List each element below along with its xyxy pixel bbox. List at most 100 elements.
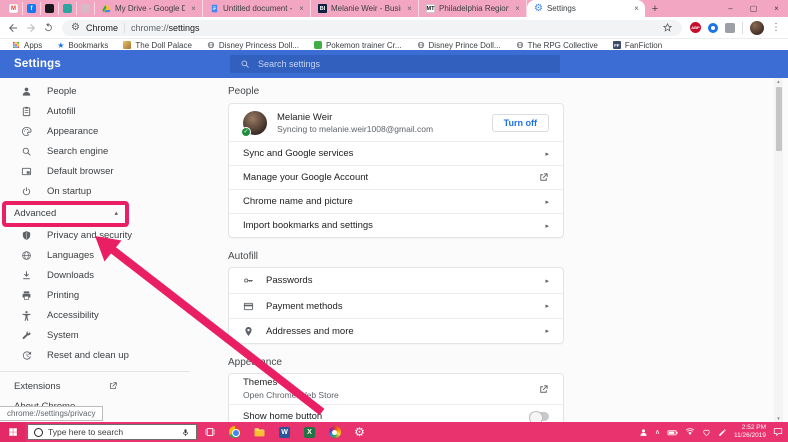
- close-icon[interactable]: ×: [513, 4, 522, 13]
- blue-circle-extension-icon[interactable]: [708, 22, 718, 33]
- reload-icon[interactable]: [43, 22, 54, 33]
- row-chrome-name-picture[interactable]: Chrome name and picture ▸: [229, 189, 563, 213]
- new-tab-button[interactable]: +: [645, 3, 665, 15]
- start-button[interactable]: [0, 422, 26, 442]
- sidebar-item-default-browser[interactable]: Default browser: [0, 161, 190, 181]
- taskbar-clock[interactable]: 2:52 PM 11/26/2019: [734, 424, 766, 441]
- pinned-tab-facebook[interactable]: f: [23, 2, 41, 15]
- close-icon[interactable]: ×: [189, 4, 198, 13]
- word-icon[interactable]: W: [272, 422, 297, 442]
- settings-gear-icon[interactable]: ⚙: [347, 422, 372, 442]
- close-icon[interactable]: ×: [632, 4, 641, 13]
- bookmark-rpg-collective[interactable]: The RPG Collective: [516, 41, 598, 50]
- settings-search-input[interactable]: [258, 59, 550, 69]
- people-icon[interactable]: [639, 428, 648, 437]
- pen-icon[interactable]: [718, 428, 727, 437]
- bookmark-bookmarks[interactable]: ★ Bookmarks: [57, 41, 108, 50]
- sidebar-item-label: Autofill: [47, 105, 76, 117]
- sidebar-item-privacy-security[interactable]: Privacy and security: [0, 225, 190, 245]
- mt-site-icon: MT: [426, 4, 435, 13]
- close-icon[interactable]: ×: [297, 4, 306, 13]
- tab-philadelphia-holiday[interactable]: MT Philadelphia Regional Holiday I ×: [419, 0, 527, 17]
- tab-untitled-document[interactable]: Untitled document - Google Do ×: [203, 0, 311, 17]
- chrome-icon[interactable]: [222, 422, 247, 442]
- row-sync-google-services[interactable]: Sync and Google services ▸: [229, 141, 563, 165]
- file-explorer-icon[interactable]: [247, 422, 272, 442]
- row-addresses[interactable]: Addresses and more ▸: [229, 318, 563, 343]
- profile-avatar[interactable]: [750, 20, 764, 35]
- row-passwords[interactable]: Passwords ▸: [229, 268, 563, 293]
- maximize-button[interactable]: ▢: [742, 0, 765, 17]
- avatar: ✓: [241, 110, 267, 137]
- row-show-home-button[interactable]: Show home button: [229, 404, 563, 422]
- bookmark-fanfiction[interactable]: FF FanFiction: [612, 41, 662, 50]
- close-icon[interactable]: ×: [405, 4, 414, 13]
- sidebar-item-reset-clean-up[interactable]: Reset and clean up: [0, 345, 190, 365]
- tab-settings-active[interactable]: ⚙ Settings ×: [527, 0, 645, 17]
- tab-my-drive[interactable]: My Drive - Google Drive ×: [95, 0, 203, 17]
- pinned-tab-gmail[interactable]: M: [5, 2, 23, 15]
- close-window-button[interactable]: ×: [765, 0, 788, 17]
- url-scheme: chrome://: [130, 22, 169, 33]
- minimize-button[interactable]: –: [719, 0, 742, 17]
- settings-header: Settings: [0, 50, 788, 78]
- cortana-icon: [34, 427, 43, 437]
- wifi-icon[interactable]: [685, 427, 695, 437]
- toggle-off[interactable]: [529, 410, 549, 422]
- bookmark-star-icon[interactable]: [662, 22, 673, 33]
- sidebar-item-accessibility[interactable]: Accessibility: [0, 305, 190, 325]
- sidebar-item-system[interactable]: System: [0, 325, 190, 345]
- sidebar-item-appearance[interactable]: Appearance: [0, 121, 190, 141]
- chevron-up-icon[interactable]: ∧: [655, 428, 660, 436]
- row-label: Import bookmarks and settings: [243, 220, 373, 231]
- excel-icon[interactable]: X: [297, 422, 322, 442]
- row-manage-google-account[interactable]: Manage your Google Account: [229, 165, 563, 189]
- row-payment-methods[interactable]: Payment methods ▸: [229, 293, 563, 318]
- sidebar-item-autofill[interactable]: Autofill: [0, 101, 190, 121]
- bookmark-doll-palace[interactable]: The Doll Palace: [123, 41, 192, 50]
- address-bar[interactable]: ⚙ Chrome chrome://settings: [62, 19, 682, 36]
- gray-extension-icon[interactable]: [725, 22, 735, 33]
- battery-icon[interactable]: [667, 427, 678, 438]
- doll-palace-icon: [123, 41, 132, 49]
- sidebar-item-people[interactable]: People: [0, 81, 190, 101]
- sidebar-advanced-toggle[interactable]: Advanced ▴: [0, 201, 132, 225]
- row-themes[interactable]: Themes Open Chrome Web Store: [229, 374, 563, 404]
- action-center-icon[interactable]: [773, 427, 783, 437]
- tab-business-insider[interactable]: BI Melanie Weir - Business Insider ×: [311, 0, 419, 17]
- page-info-gear-icon[interactable]: ⚙: [71, 22, 80, 33]
- turn-off-button[interactable]: Turn off: [491, 113, 549, 132]
- scroll-up-icon[interactable]: ▲: [774, 79, 783, 84]
- scrollbar[interactable]: ▲ ▼: [774, 78, 783, 422]
- sidebar-item-downloads[interactable]: Downloads: [0, 265, 190, 285]
- kebab-menu-icon[interactable]: ⋮: [771, 22, 781, 33]
- scroll-down-icon[interactable]: ▼: [774, 416, 783, 421]
- bookmark-pokemon-trainer[interactable]: Pokemon trainer Cr...: [313, 41, 402, 50]
- sidebar-item-search-engine[interactable]: Search engine: [0, 141, 190, 161]
- adblock-plus-icon[interactable]: ABP: [690, 22, 701, 33]
- settings-search-box[interactable]: [230, 55, 560, 73]
- bookmark-apps[interactable]: Apps: [12, 41, 42, 50]
- pinned-tab-inactive[interactable]: [77, 2, 95, 15]
- bookmark-disney-prince[interactable]: Disney Prince Doll...: [417, 41, 501, 50]
- microphone-icon[interactable]: [181, 428, 190, 437]
- search-icon: [240, 59, 250, 69]
- pinned-tab-black-app[interactable]: [41, 2, 59, 15]
- heart-icon[interactable]: [702, 428, 711, 437]
- bookmark-disney-princess[interactable]: Disney Princess Doll...: [207, 41, 299, 50]
- caret-up-icon: ▴: [114, 210, 118, 217]
- forward-icon[interactable]: [25, 22, 37, 34]
- task-view-icon[interactable]: [197, 422, 222, 442]
- sidebar-item-on-startup[interactable]: On startup: [0, 181, 190, 201]
- taskbar-search[interactable]: [27, 424, 197, 440]
- paint-icon[interactable]: [322, 422, 347, 442]
- back-icon[interactable]: [7, 22, 19, 34]
- sidebar-item-extensions[interactable]: Extensions: [0, 376, 132, 396]
- sidebar-item-printing[interactable]: Printing: [0, 285, 190, 305]
- row-import-bookmarks[interactable]: Import bookmarks and settings ▸: [229, 213, 563, 237]
- taskbar-search-input[interactable]: [48, 427, 176, 437]
- pinned-tab-teal-app[interactable]: [59, 2, 77, 15]
- scrollbar-thumb[interactable]: [775, 87, 782, 151]
- bookmark-label: Disney Prince Doll...: [428, 40, 501, 50]
- sidebar-item-languages[interactable]: Languages: [0, 245, 190, 265]
